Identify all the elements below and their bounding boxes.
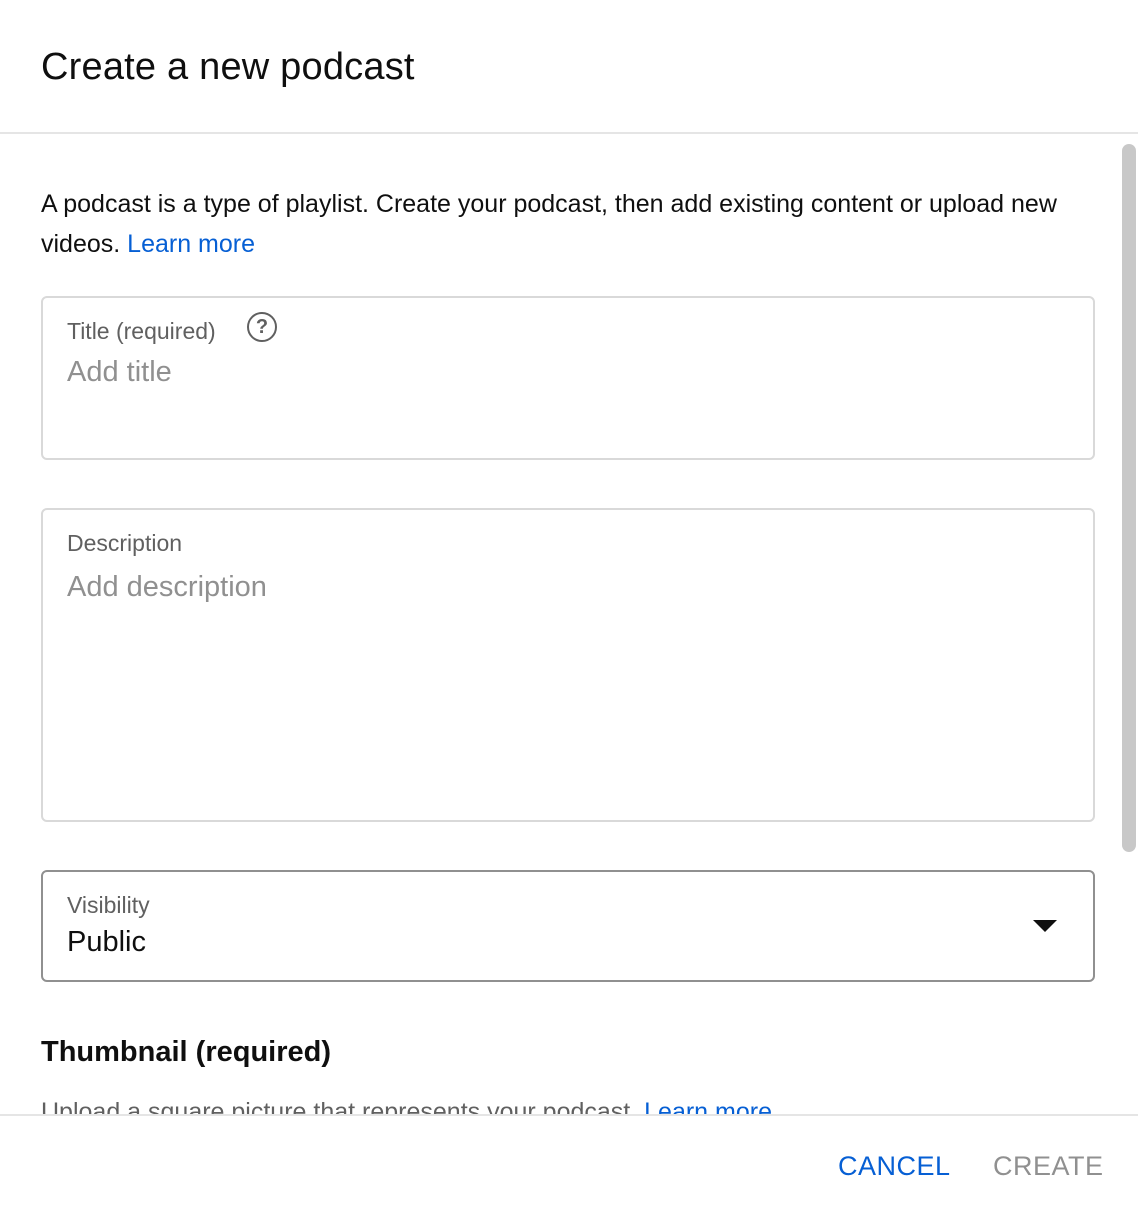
dialog-footer: CANCEL CREATE: [0, 1114, 1138, 1214]
dialog-header: Create a new podcast: [0, 0, 1138, 134]
thumbnail-text: Upload a square picture that represents …: [41, 1098, 638, 1114]
visibility-selected-value: Public: [67, 926, 146, 958]
description-field-label: Description: [67, 530, 183, 556]
dialog-body: A podcast is a type of playlist. Create …: [0, 134, 1138, 1114]
visibility-field-label: Visibility: [67, 892, 150, 918]
intro-learn-more-link[interactable]: Learn more: [127, 230, 255, 258]
description-input[interactable]: [67, 568, 1057, 788]
scrollbar-thumb[interactable]: [1122, 144, 1136, 852]
description-field[interactable]: Description: [41, 508, 1095, 822]
caret-down-icon: [1033, 920, 1057, 932]
thumbnail-heading: Thumbnail (required): [41, 1036, 331, 1068]
title-input[interactable]: [67, 356, 1057, 389]
visibility-dropdown[interactable]: Visibility Public: [41, 870, 1095, 982]
create-podcast-dialog: Create a new podcast A podcast is a type…: [0, 0, 1138, 1214]
intro-paragraph: A podcast is a type of playlist. Create …: [41, 184, 1081, 264]
title-field-label: Title (required): [67, 318, 216, 344]
cancel-button[interactable]: CANCEL: [838, 1148, 951, 1184]
thumbnail-description: Upload a square picture that represents …: [41, 1096, 772, 1114]
title-field[interactable]: Title (required) ?: [41, 296, 1095, 460]
create-button[interactable]: CREATE: [993, 1148, 1104, 1184]
thumbnail-learn-more-link[interactable]: Learn more: [644, 1098, 772, 1114]
help-circle-icon[interactable]: ?: [247, 312, 277, 342]
dialog-title: Create a new podcast: [41, 46, 415, 88]
